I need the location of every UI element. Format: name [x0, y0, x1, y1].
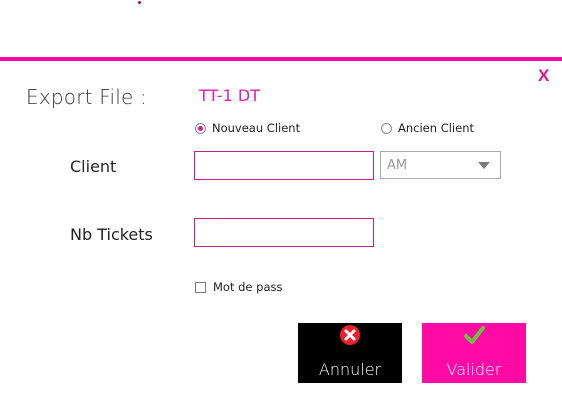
export-file-label: Export File :	[26, 85, 147, 109]
checkbox-icon[interactable]	[195, 281, 206, 293]
mot-de-pass-label: Mot de pass	[213, 280, 283, 294]
radio-nouveau-client[interactable]: Nouveau Client	[195, 121, 300, 135]
client-input[interactable]	[194, 151, 374, 180]
client-select[interactable]: AM	[380, 151, 501, 179]
close-button[interactable]: X	[538, 66, 549, 86]
radio-ancien-client[interactable]: Ancien Client	[381, 121, 474, 135]
checkmark-icon	[464, 326, 485, 344]
close-circle-icon	[340, 325, 360, 345]
client-label: Client	[70, 157, 117, 176]
nb-tickets-label: Nb Tickets	[70, 225, 153, 244]
valider-button[interactable]: Valider	[422, 323, 526, 383]
radio-ancien-client-label: Ancien Client	[398, 121, 474, 135]
dialog-top-accent-bar	[0, 57, 562, 61]
radio-button-icon[interactable]	[381, 122, 392, 134]
decorative-dot	[138, 1, 141, 4]
nb-tickets-input[interactable]	[194, 218, 374, 247]
chevron-down-icon[interactable]	[478, 162, 490, 169]
valider-label: Valider	[446, 360, 502, 379]
annuler-button[interactable]: Annuler	[298, 323, 402, 383]
radio-nouveau-client-label: Nouveau Client	[212, 121, 301, 135]
client-select-value: AM	[387, 158, 408, 173]
radio-button-icon[interactable]	[195, 122, 206, 134]
radio-selected-dot-icon	[198, 125, 203, 131]
mot-de-pass-checkbox[interactable]: Mot de pass	[195, 280, 282, 294]
file-name-value: TT-1 DT	[199, 86, 260, 105]
annuler-label: Annuler	[318, 360, 382, 379]
